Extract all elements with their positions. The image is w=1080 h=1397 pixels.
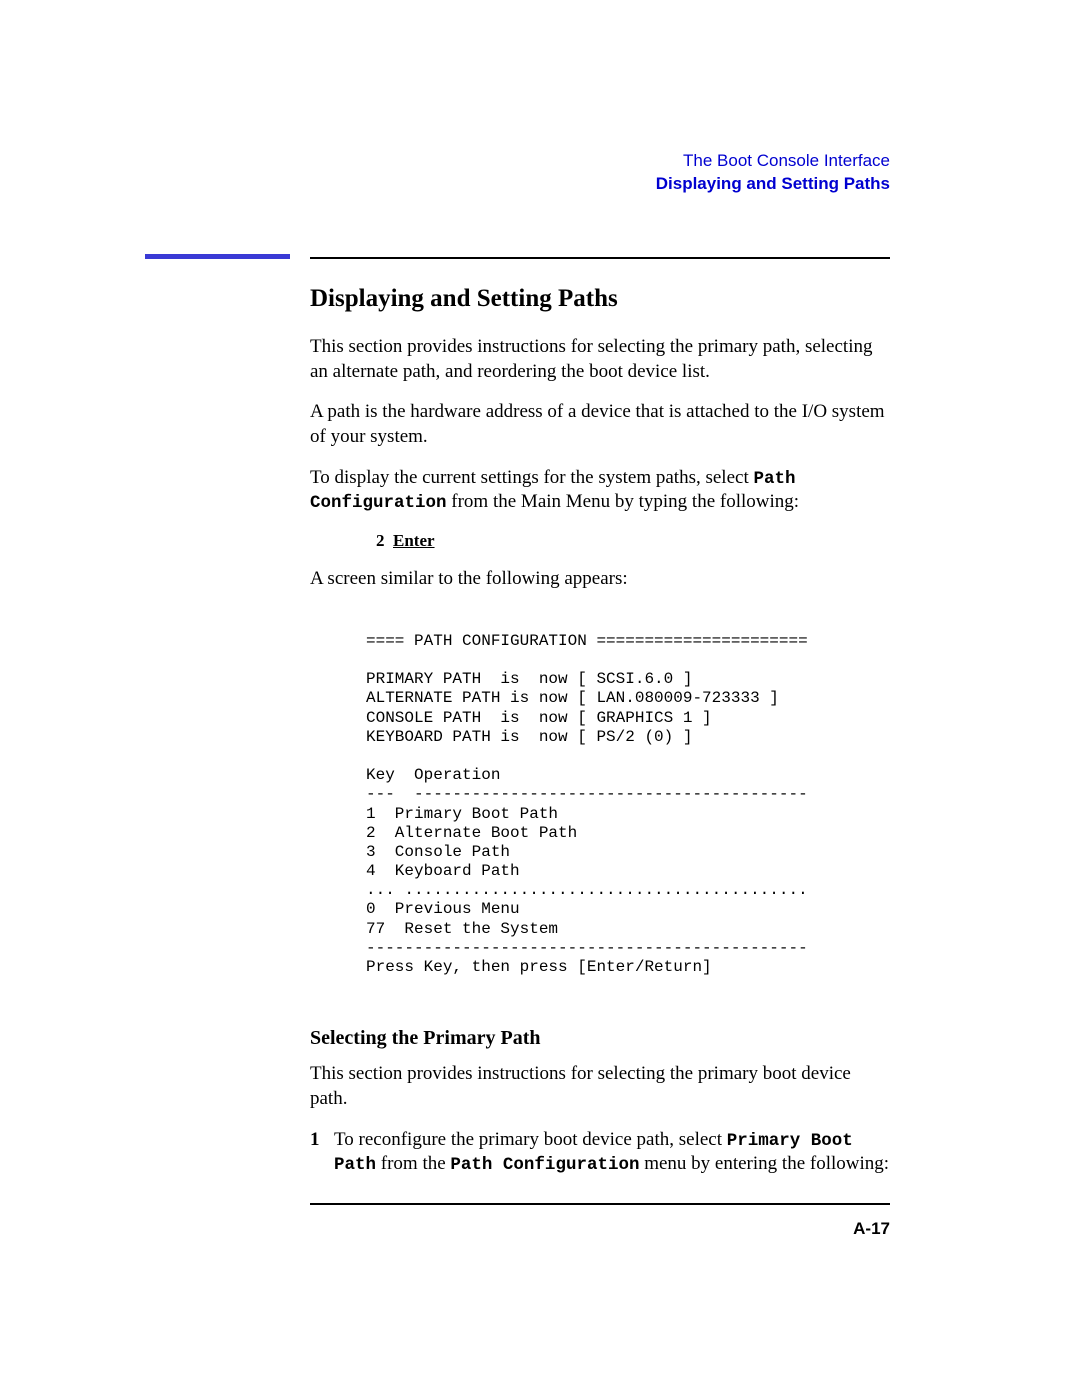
- step-text: To reconfigure the primary boot device p…: [334, 1128, 890, 1178]
- intro-paragraph-1: This section provides instructions for s…: [310, 335, 890, 384]
- intro-paragraph-2: A path is the hardware address of a devi…: [310, 400, 890, 449]
- path-configuration-cmd: Path Configuration: [450, 1155, 639, 1175]
- step1b-text: from the: [376, 1153, 450, 1174]
- screen-lead-in: A screen similar to the following appear…: [310, 567, 890, 592]
- header-chapter: The Boot Console Interface: [310, 150, 890, 173]
- subheading-primary-path: Selecting the Primary Path: [310, 1027, 890, 1050]
- section-rule: [145, 254, 890, 259]
- console-screen-output: ==== PATH CONFIGURATION ================…: [366, 632, 890, 977]
- p3b-text: from the Main Menu by typing the followi…: [447, 491, 800, 512]
- enter-number: 2: [376, 531, 385, 550]
- step1c-text: menu by entering the following:: [639, 1153, 889, 1174]
- primary-path-intro: This section provides instructions for s…: [310, 1062, 890, 1111]
- running-header: The Boot Console Interface Displaying an…: [310, 150, 890, 196]
- page-number: A-17: [310, 1219, 890, 1239]
- horizontal-rule: [310, 257, 890, 259]
- step-number: 1: [310, 1128, 324, 1178]
- step1a-text: To reconfigure the primary boot device p…: [334, 1129, 727, 1150]
- page: The Boot Console Interface Displaying an…: [0, 0, 1080, 1397]
- section-title: Displaying and Setting Paths: [310, 285, 890, 313]
- p3a-text: To display the current settings for the …: [310, 467, 754, 488]
- footer-rule: [310, 1203, 890, 1205]
- step-1: 1 To reconfigure the primary boot device…: [310, 1128, 890, 1178]
- header-section: Displaying and Setting Paths: [310, 173, 890, 196]
- input-instruction: 2 Enter: [376, 531, 890, 551]
- enter-key-label: Enter: [393, 531, 435, 550]
- content-column: Displaying and Setting Paths This sectio…: [310, 285, 890, 1177]
- intro-paragraph-3: To display the current settings for the …: [310, 466, 890, 516]
- blue-rule-icon: [145, 254, 290, 259]
